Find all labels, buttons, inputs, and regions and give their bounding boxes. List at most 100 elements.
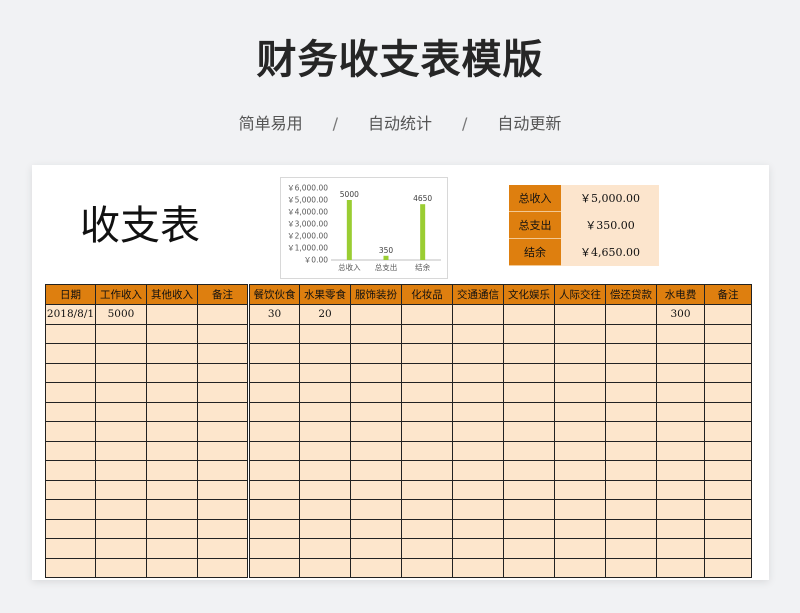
table-cell[interactable] xyxy=(299,323,351,344)
table-cell[interactable] xyxy=(350,518,402,539)
table-cell[interactable] xyxy=(656,401,705,422)
table-cell[interactable] xyxy=(554,401,606,422)
table-cell[interactable] xyxy=(95,460,147,481)
table-cell[interactable] xyxy=(45,538,96,559)
table-cell[interactable] xyxy=(350,538,402,559)
summary-value[interactable]: ￥350.00 xyxy=(561,211,659,239)
table-cell[interactable] xyxy=(95,323,147,344)
table-cell[interactable] xyxy=(247,460,300,481)
table-cell[interactable] xyxy=(656,362,705,383)
table-cell[interactable] xyxy=(605,518,657,539)
table-cell[interactable] xyxy=(605,421,657,442)
table-cell[interactable] xyxy=(45,518,96,539)
table-cell[interactable] xyxy=(503,460,555,481)
table-cell[interactable] xyxy=(146,401,198,422)
table-cell[interactable] xyxy=(656,499,705,520)
table-cell[interactable] xyxy=(95,421,147,442)
table-cell[interactable] xyxy=(704,479,752,500)
table-cell[interactable] xyxy=(656,421,705,442)
table-cell[interactable] xyxy=(452,538,504,559)
table-cell[interactable] xyxy=(95,343,147,364)
table-cell[interactable] xyxy=(503,382,555,403)
table-cell[interactable] xyxy=(247,518,300,539)
table-cell[interactable] xyxy=(197,538,249,559)
table-cell[interactable] xyxy=(401,479,453,500)
table-cell[interactable] xyxy=(247,382,300,403)
table-cell[interactable] xyxy=(45,499,96,520)
table-cell[interactable] xyxy=(452,518,504,539)
table-cell[interactable] xyxy=(605,323,657,344)
table-cell[interactable] xyxy=(146,323,198,344)
table-cell[interactable] xyxy=(605,304,657,325)
table-cell[interactable] xyxy=(299,362,351,383)
table-cell[interactable] xyxy=(704,323,752,344)
table-cell[interactable] xyxy=(197,421,249,442)
table-cell[interactable] xyxy=(197,460,249,481)
table-cell[interactable] xyxy=(350,343,402,364)
table-cell[interactable] xyxy=(146,479,198,500)
table-cell[interactable] xyxy=(197,479,249,500)
table-cell[interactable] xyxy=(503,538,555,559)
table-cell[interactable] xyxy=(45,343,96,364)
table-cell[interactable] xyxy=(146,362,198,383)
table-cell[interactable] xyxy=(350,557,402,578)
table-cell[interactable] xyxy=(197,362,249,383)
table-cell[interactable] xyxy=(704,304,752,325)
table-cell[interactable] xyxy=(247,440,300,461)
table-cell[interactable] xyxy=(45,401,96,422)
table-cell[interactable] xyxy=(503,499,555,520)
table-cell[interactable]: 20 xyxy=(299,304,351,325)
table-cell[interactable] xyxy=(605,557,657,578)
table-cell[interactable] xyxy=(554,362,606,383)
table-cell[interactable] xyxy=(146,499,198,520)
table-cell[interactable] xyxy=(401,401,453,422)
table-cell[interactable] xyxy=(605,460,657,481)
table-cell[interactable] xyxy=(350,362,402,383)
table-cell[interactable] xyxy=(197,440,249,461)
table-cell[interactable] xyxy=(554,382,606,403)
table-cell[interactable] xyxy=(554,460,606,481)
table-cell[interactable] xyxy=(299,538,351,559)
table-cell[interactable] xyxy=(350,382,402,403)
table-cell[interactable] xyxy=(350,401,402,422)
table-cell[interactable] xyxy=(146,421,198,442)
table-cell[interactable] xyxy=(197,518,249,539)
table-cell[interactable] xyxy=(247,343,300,364)
table-cell[interactable] xyxy=(554,304,606,325)
table-cell[interactable] xyxy=(452,557,504,578)
table-cell[interactable] xyxy=(350,499,402,520)
table-cell[interactable] xyxy=(401,460,453,481)
table-cell[interactable] xyxy=(704,421,752,442)
table-cell[interactable] xyxy=(45,479,96,500)
table-cell[interactable] xyxy=(605,362,657,383)
table-cell[interactable] xyxy=(401,323,453,344)
table-cell[interactable] xyxy=(197,382,249,403)
table-cell[interactable] xyxy=(299,382,351,403)
table-cell[interactable] xyxy=(45,440,96,461)
table-cell[interactable] xyxy=(247,362,300,383)
table-cell[interactable] xyxy=(554,421,606,442)
table-cell[interactable] xyxy=(452,460,504,481)
table-cell[interactable] xyxy=(401,343,453,364)
table-cell[interactable] xyxy=(95,362,147,383)
table-cell[interactable] xyxy=(350,460,402,481)
table-cell[interactable]: 300 xyxy=(656,304,705,325)
table-cell[interactable] xyxy=(656,557,705,578)
table-cell[interactable] xyxy=(452,382,504,403)
table-cell[interactable] xyxy=(704,343,752,364)
table-cell[interactable] xyxy=(401,440,453,461)
table-cell[interactable] xyxy=(146,557,198,578)
table-cell[interactable] xyxy=(554,323,606,344)
table-cell[interactable] xyxy=(299,460,351,481)
table-cell[interactable] xyxy=(452,362,504,383)
table-cell[interactable] xyxy=(605,499,657,520)
table-cell[interactable] xyxy=(45,421,96,442)
table-cell[interactable] xyxy=(95,557,147,578)
table-cell[interactable] xyxy=(95,499,147,520)
table-cell[interactable] xyxy=(452,421,504,442)
table-cell[interactable] xyxy=(503,518,555,539)
table-cell[interactable]: 5000 xyxy=(95,304,147,325)
table-cell[interactable] xyxy=(554,499,606,520)
table-cell[interactable] xyxy=(146,518,198,539)
table-cell[interactable] xyxy=(704,460,752,481)
